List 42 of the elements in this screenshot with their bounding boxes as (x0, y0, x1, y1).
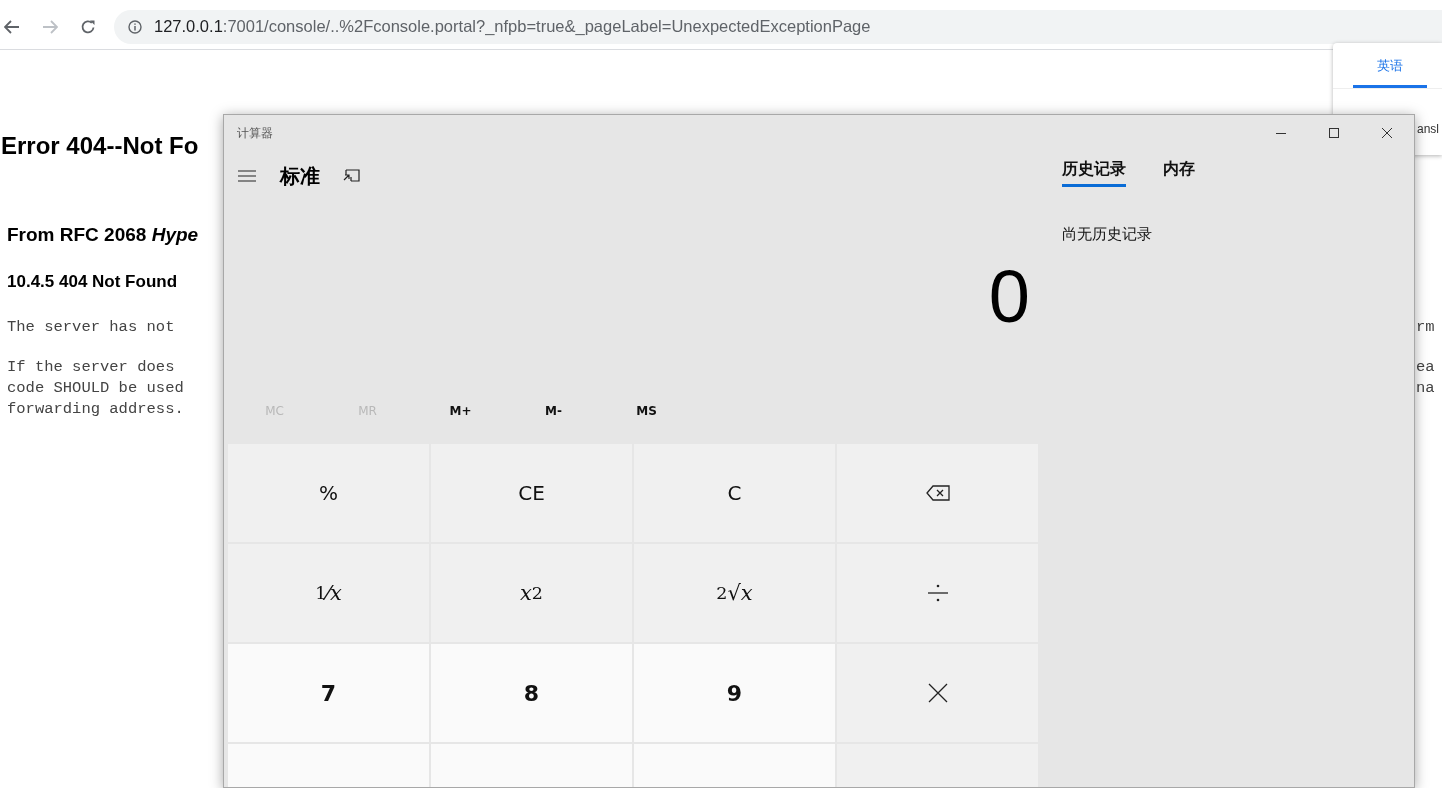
language-tab[interactable]: 英语 (1353, 57, 1427, 88)
key-button[interactable]: % (228, 444, 429, 542)
display-value: 0 (988, 253, 1030, 339)
memory-button[interactable]: MS (600, 398, 693, 424)
body-text: ea (1416, 358, 1435, 376)
address-bar[interactable]: 127.0.0.1:7001/console/..%2Fconsole.portal?_nfpb=true&_pageLabel=UnexpectedExceptionPage (114, 9, 1442, 44)
panel-tab[interactable]: 内存 (1163, 159, 1195, 187)
digit-button[interactable]: 9 (634, 644, 835, 742)
error-heading: Error 404--Not Fo (1, 132, 199, 159)
divide-button[interactable] (837, 544, 1038, 642)
menu-icon[interactable] (238, 170, 256, 182)
body-text: na (1416, 379, 1435, 397)
multiply-button[interactable] (837, 644, 1038, 742)
popup-text: ansl (1417, 122, 1439, 136)
empty-history-text: 尚无历史记录 (1062, 225, 1153, 244)
key-button[interactable]: CE (431, 444, 632, 542)
url-text: 127.0.0.1:7001/console/..%2Fconsole.portal?_nfpb=true&_pageLabel=UnexpectedExceptionPage (154, 17, 871, 36)
backspace-icon (925, 485, 950, 501)
reload-icon[interactable] (80, 18, 96, 35)
memory-button[interactable]: M- (507, 398, 600, 424)
back-icon[interactable] (4, 19, 20, 34)
keep-on-top-icon[interactable] (342, 168, 360, 184)
info-icon (128, 19, 142, 34)
body-text: forwarding address. (7, 400, 184, 418)
body-text: code SHOULD be used (7, 379, 184, 397)
body-text: If the server does (7, 358, 175, 376)
mode-title: 标准 (280, 162, 320, 190)
body-text: rm (1416, 318, 1435, 336)
key-button[interactable]: C (634, 444, 835, 542)
multiply-icon (927, 683, 948, 703)
memory-button[interactable]: M+ (414, 398, 507, 424)
panel-tab[interactable]: 历史记录 (1062, 159, 1126, 187)
section-heading: From RFC 2068 Hype (7, 224, 199, 245)
digit-button[interactable]: 8 (431, 644, 632, 742)
body-text: The server has not (7, 318, 175, 336)
close-icon[interactable] (1381, 127, 1393, 139)
divide-icon (926, 583, 949, 603)
window-title: 计算器 (237, 124, 273, 142)
digit-button[interactable]: 7 (228, 644, 429, 742)
subsection-heading: 10.4.5 404 Not Found (7, 272, 178, 291)
backspace-button[interactable] (837, 444, 1038, 542)
maximize-icon[interactable] (1328, 127, 1340, 139)
